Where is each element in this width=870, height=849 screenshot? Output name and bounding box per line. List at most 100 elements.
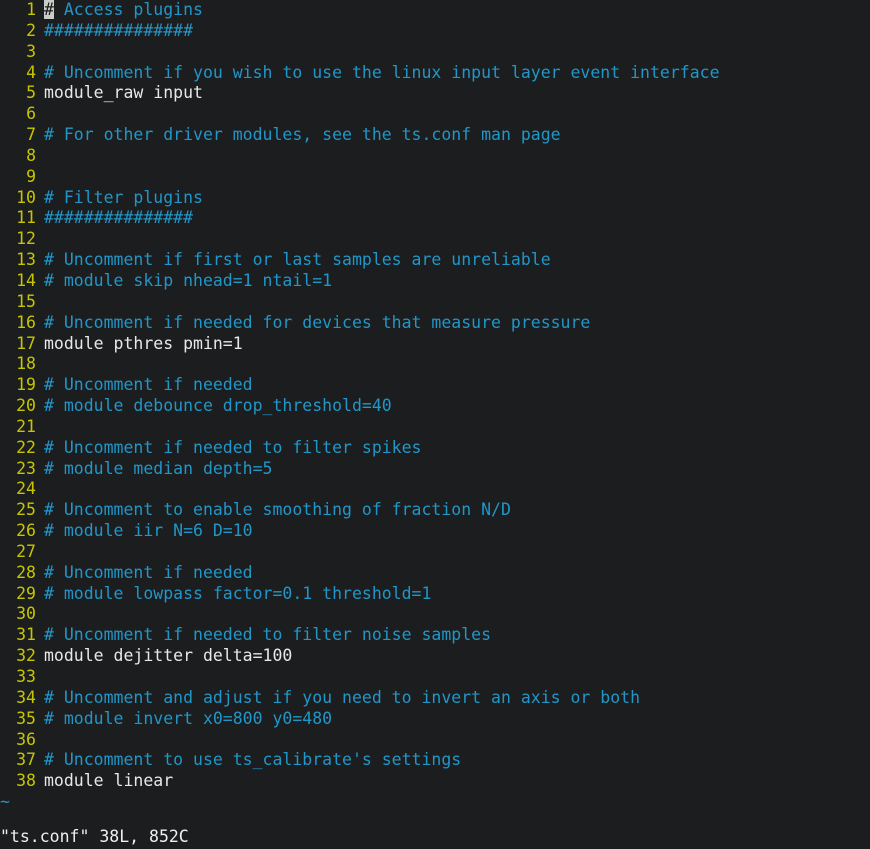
editor-line[interactable]: 14 # module skip nhead=1 ntail=1 — [0, 271, 870, 292]
editor-line[interactable]: 37 # Uncomment to use ts_calibrate's sett… — [0, 750, 870, 771]
line-text[interactable]: ############### — [44, 208, 193, 229]
editor-line[interactable]: 33 — [0, 667, 870, 688]
gutter-spacer — [36, 0, 44, 21]
gutter-spacer — [36, 521, 44, 542]
line-text[interactable]: # Uncomment and adjust if you need to in… — [44, 688, 640, 709]
editor-line[interactable]: 27 — [0, 542, 870, 563]
editor-line[interactable]: 10 # Filter plugins — [0, 188, 870, 209]
line-text[interactable]: # module median depth=5 — [44, 459, 272, 480]
line-text[interactable]: # Uncomment if you wish to use the linux… — [44, 63, 720, 84]
line-number: 35 — [16, 708, 36, 728]
gutter-spacer — [36, 229, 44, 250]
editor-line[interactable]: 28 # Uncomment if needed — [0, 563, 870, 584]
gutter-spacer — [36, 396, 44, 417]
editor-line[interactable]: 3 — [0, 42, 870, 63]
editor-line[interactable]: 15 — [0, 292, 870, 313]
editor-line[interactable]: 9 — [0, 167, 870, 188]
line-text[interactable]: module dejitter delta=100 — [44, 646, 292, 667]
line-number: 28 — [16, 562, 36, 582]
editor-line[interactable]: 34 # Uncomment and adjust if you need to … — [0, 688, 870, 709]
editor-line[interactable]: 13 # Uncomment if first or last samples a… — [0, 250, 870, 271]
line-text[interactable]: # module debounce drop_threshold=40 — [44, 396, 392, 417]
text-cursor: # — [44, 0, 54, 19]
terminal-screen[interactable]: 1 # Access plugins 2 ############### 3 4 # Unc… — [0, 0, 870, 849]
line-text[interactable]: module pthres pmin=1 — [44, 334, 243, 355]
gutter-spacer — [36, 146, 44, 167]
vim-status-line: "ts.conf" 38L, 852C — [0, 827, 189, 846]
editor-line[interactable]: 11 ############### — [0, 208, 870, 229]
gutter-spacer — [36, 667, 44, 688]
gutter-spacer — [36, 688, 44, 709]
editor-line[interactable]: 30 — [0, 604, 870, 625]
editor-line[interactable]: 25 # Uncomment to enable smoothing of fra… — [0, 500, 870, 521]
gutter-spacer — [36, 313, 44, 334]
line-text[interactable]: module_raw input — [44, 83, 203, 104]
line-number: 27 — [16, 541, 36, 561]
gutter-spacer — [36, 334, 44, 355]
editor-line[interactable]: 29 # module lowpass factor=0.1 threshold=… — [0, 584, 870, 605]
line-text[interactable]: # module iir N=6 D=10 — [44, 521, 253, 542]
gutter-spacer — [36, 354, 44, 375]
gutter-spacer — [36, 292, 44, 313]
line-text[interactable]: module linear — [44, 771, 173, 792]
line-number: 26 — [16, 521, 36, 541]
line-text[interactable]: # Uncomment to enable smoothing of fract… — [44, 500, 511, 521]
line-text[interactable]: # Uncomment if first or last samples are… — [44, 250, 551, 271]
editor-line[interactable]: 24 — [0, 479, 870, 500]
editor-line[interactable]: 36 — [0, 730, 870, 751]
line-number: 38 — [16, 771, 36, 791]
editor-line[interactable]: 4 # Uncomment if you wish to use the linu… — [0, 63, 870, 84]
line-text[interactable]: # Uncomment if needed to filter spikes — [44, 438, 422, 459]
line-number: 15 — [16, 291, 36, 311]
line-number: 1 — [26, 0, 36, 19]
line-text[interactable]: # Uncomment if needed to filter noise sa… — [44, 625, 491, 646]
editor-line[interactable]: 17 module pthres pmin=1 — [0, 334, 870, 355]
line-text[interactable]: # Uncomment to use ts_calibrate's settin… — [44, 750, 461, 771]
line-number: 20 — [16, 396, 36, 416]
line-text[interactable]: # Uncomment if needed — [44, 563, 253, 584]
editor-line[interactable]: 35 # module invert x0=800 y0=480 — [0, 709, 870, 730]
editor-line[interactable]: 32 module dejitter delta=100 — [0, 646, 870, 667]
line-text[interactable]: # module lowpass factor=0.1 threshold=1 — [44, 584, 431, 605]
editor-line[interactable]: 2 ############### — [0, 21, 870, 42]
vim-text-buffer[interactable]: 1 # Access plugins 2 ############### 3 4 # Unc… — [0, 0, 870, 792]
line-text[interactable]: # Uncomment if needed — [44, 375, 253, 396]
editor-line[interactable]: 6 — [0, 104, 870, 125]
editor-line[interactable]: 22 # Uncomment if needed to filter spikes — [0, 438, 870, 459]
line-number: 36 — [16, 729, 36, 749]
line-text[interactable]: # Access plugins — [44, 0, 203, 21]
gutter-spacer — [36, 500, 44, 521]
editor-line[interactable]: 1 # Access plugins — [0, 0, 870, 21]
editor-line[interactable]: 8 — [0, 146, 870, 167]
editor-line[interactable]: 20 # module debounce drop_threshold=40 — [0, 396, 870, 417]
gutter-spacer — [36, 63, 44, 84]
gutter-spacer — [36, 584, 44, 605]
line-number: 13 — [16, 250, 36, 270]
line-number: 2 — [26, 20, 36, 40]
line-text[interactable]: # module skip nhead=1 ntail=1 — [44, 271, 332, 292]
editor-line[interactable]: 23 # module median depth=5 — [0, 459, 870, 480]
gutter-spacer — [36, 125, 44, 146]
gutter-spacer — [36, 542, 44, 563]
editor-line[interactable]: 21 — [0, 417, 870, 438]
editor-line[interactable]: 18 — [0, 354, 870, 375]
line-number: 8 — [26, 145, 36, 165]
editor-line[interactable]: 38 module linear — [0, 771, 870, 792]
line-number: 30 — [16, 604, 36, 624]
editor-line[interactable]: 31 # Uncomment if needed to filter noise … — [0, 625, 870, 646]
gutter-spacer — [36, 730, 44, 751]
line-text[interactable]: # Filter plugins — [44, 188, 203, 209]
editor-line[interactable]: 26 # module iir N=6 D=10 — [0, 521, 870, 542]
line-text[interactable]: # Uncomment if needed for devices that m… — [44, 313, 590, 334]
gutter-spacer — [36, 250, 44, 271]
line-text[interactable]: ############### — [44, 21, 193, 42]
editor-line[interactable]: 5 module_raw input — [0, 83, 870, 104]
editor-line[interactable]: 16 # Uncomment if needed for devices that… — [0, 313, 870, 334]
gutter-spacer — [36, 563, 44, 584]
line-number: 12 — [16, 229, 36, 249]
line-text[interactable]: # For other driver modules, see the ts.c… — [44, 125, 561, 146]
editor-line[interactable]: 7 # For other driver modules, see the ts.… — [0, 125, 870, 146]
line-text[interactable]: # module invert x0=800 y0=480 — [44, 709, 332, 730]
editor-line[interactable]: 12 — [0, 229, 870, 250]
editor-line[interactable]: 19 # Uncomment if needed — [0, 375, 870, 396]
